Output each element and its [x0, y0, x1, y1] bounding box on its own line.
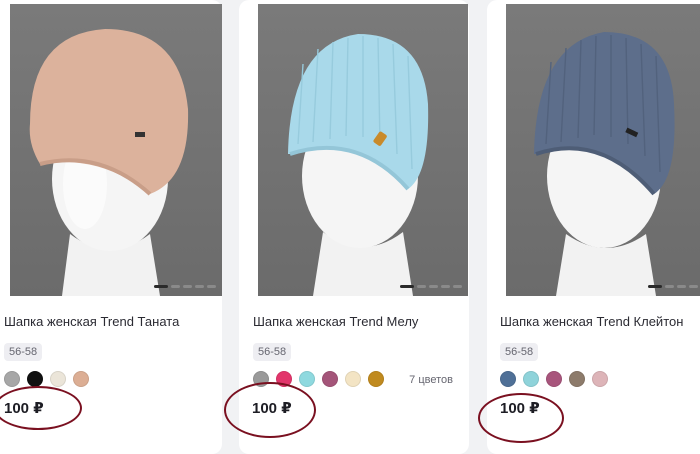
hat-on-mannequin-image — [288, 34, 429, 296]
hat-on-mannequin-image — [534, 32, 675, 296]
color-swatches — [500, 371, 608, 387]
product-image[interactable] — [506, 4, 700, 296]
product-card[interactable]: Шапка женская Trend Таната 56-58 100 ₽ — [0, 0, 222, 454]
color-swatch[interactable] — [276, 371, 292, 387]
color-swatch[interactable] — [27, 371, 43, 387]
product-price: 100 ₽ — [500, 400, 540, 417]
color-swatch[interactable] — [546, 371, 562, 387]
color-swatch[interactable] — [73, 371, 89, 387]
color-swatch[interactable] — [253, 371, 269, 387]
carousel-dots[interactable] — [648, 285, 700, 288]
size-badge: 56-58 — [4, 343, 43, 361]
size-badge: 56-58 — [500, 343, 539, 361]
product-image[interactable] — [258, 4, 468, 296]
product-title[interactable]: Шапка женская Trend Таната — [4, 314, 179, 329]
product-price: 100 ₽ — [4, 400, 44, 417]
product-card[interactable]: Шапка женская Trend Мелу 56-58 7 цветов … — [239, 0, 469, 454]
hat-on-mannequin-image — [29, 29, 189, 296]
product-card[interactable]: Шапка женская Trend Клейтон 56-58 100 ₽ — [487, 0, 700, 454]
color-swatch[interactable] — [368, 371, 384, 387]
size-badge: 56-58 — [253, 343, 292, 361]
color-swatch[interactable] — [345, 371, 361, 387]
color-swatch[interactable] — [523, 371, 539, 387]
product-price: 100 ₽ — [252, 400, 292, 417]
color-swatch[interactable] — [322, 371, 338, 387]
carousel-dots[interactable] — [154, 285, 216, 288]
product-image[interactable] — [10, 4, 222, 296]
product-title[interactable]: Шапка женская Trend Клейтон — [500, 314, 683, 329]
color-swatch[interactable] — [50, 371, 66, 387]
color-swatches — [253, 371, 384, 387]
product-title[interactable]: Шапка женская Trend Мелу — [253, 314, 418, 329]
color-swatch[interactable] — [500, 371, 516, 387]
color-swatches — [4, 371, 89, 387]
carousel-dots[interactable] — [400, 285, 462, 288]
color-swatch[interactable] — [592, 371, 608, 387]
color-swatch[interactable] — [299, 371, 315, 387]
color-swatch[interactable] — [4, 371, 20, 387]
color-swatch[interactable] — [569, 371, 585, 387]
colors-count-link[interactable]: 7 цветов — [409, 374, 453, 386]
